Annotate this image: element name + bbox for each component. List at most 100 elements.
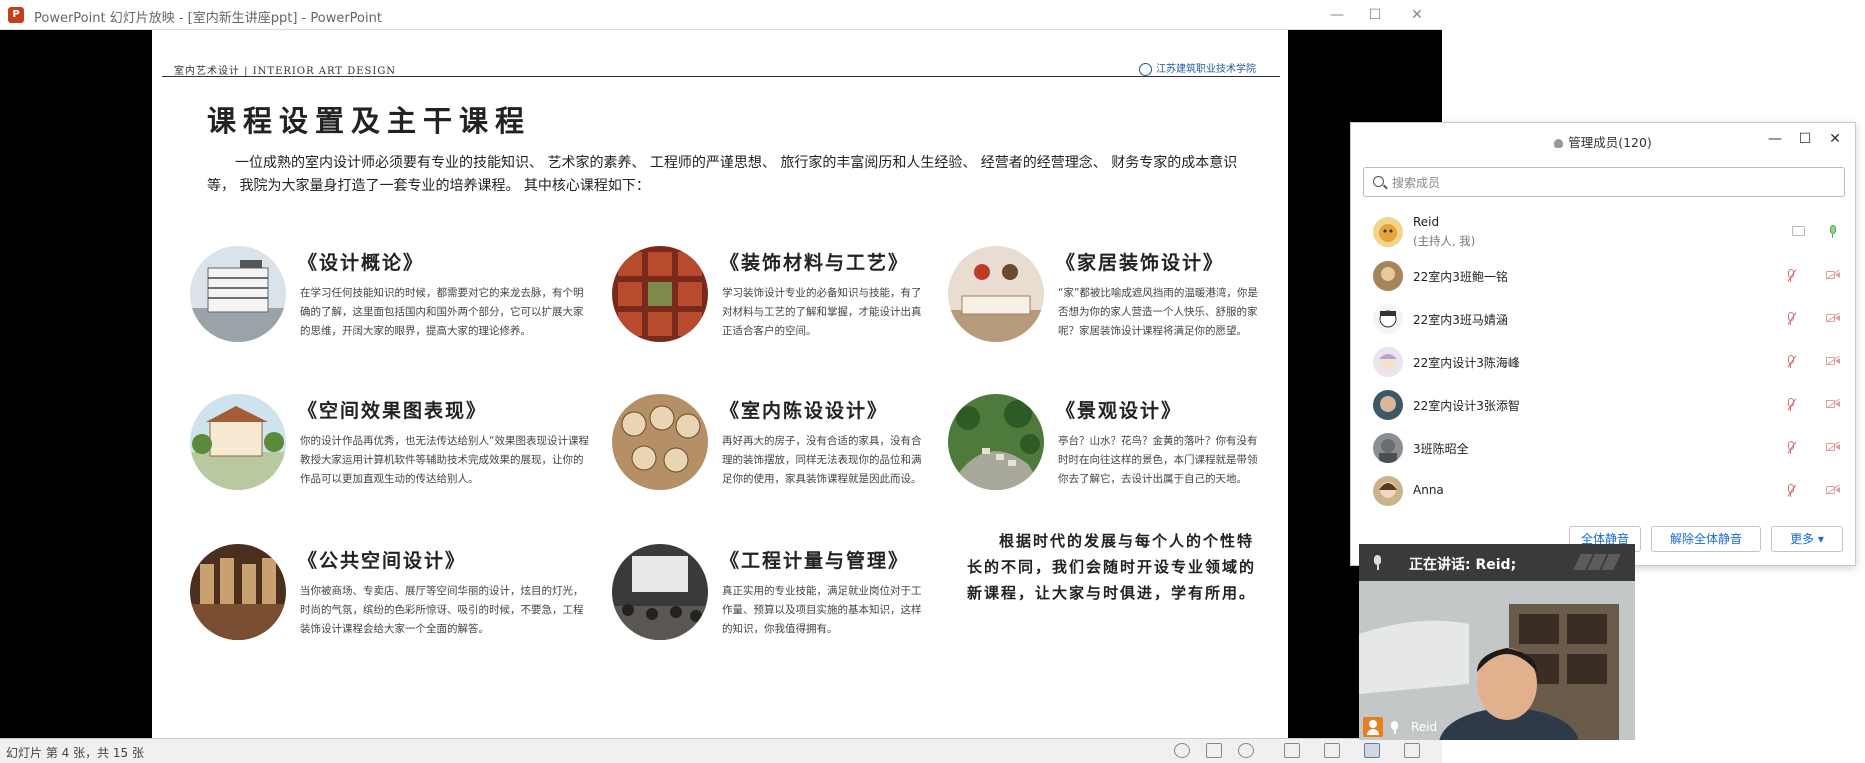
classroom-photo [612,544,708,640]
slide[interactable]: 室内艺术设计 | INTERIOR ART DESIGN 江苏建筑职业技术学院 … [152,30,1288,738]
person-icon [1554,139,1564,148]
member-row[interactable]: 3班陈昭全 [1351,428,1857,468]
avatar [1373,217,1403,247]
course-desc: 你的设计作品再优秀，也无法传达给别人“效果图表现设计课程教授大家运用计算机软件等… [300,435,589,485]
course-desc: “家”都被比喻成遮风挡雨的温暖港湾，你是否想为你的家人营造一个人快乐、舒服的家呢… [1058,287,1258,337]
host-badge-icon [1363,717,1383,737]
member-name: Anna [1413,483,1444,497]
avatar [1373,304,1403,334]
microphone-muted-icon[interactable] [1787,441,1797,454]
member-row[interactable]: 22室内设计3陈海峰 [1351,342,1857,382]
minimize-button[interactable]: — [1322,4,1352,26]
member-search[interactable] [1363,167,1845,197]
avatar [1373,433,1403,463]
panel-minimize-button[interactable]: — [1765,129,1785,149]
ppt-titlebar: P PowerPoint 幻灯片放映 - [室内新生讲座ppt] - Power… [0,0,1442,30]
camera-off-icon[interactable] [1826,269,1840,280]
course-landscape: 《景观设计》 亭台？山水？花鸟？金黄的落叶？你有没有时时在向往这样的景色，本门课… [948,394,1268,494]
microphone-muted-icon[interactable] [1787,484,1797,497]
avatar [1373,390,1403,420]
panel-title-text: 管理成员(120) [1568,135,1652,150]
header-divider [162,76,1280,77]
materials-photo [612,246,708,342]
search-icon [1373,176,1384,187]
close-button[interactable]: ✕ [1402,4,1432,26]
member-role: (主持人, 我) [1413,234,1476,248]
member-name: 3班陈昭全 [1413,442,1469,456]
microphone-muted-icon[interactable] [1787,355,1797,368]
camera-off-icon[interactable] [1826,398,1840,409]
powerpoint-logo-icon: P [8,7,24,23]
member-name: 22室内3班鲍一铭 [1413,270,1508,284]
course-title: 《装饰材料与工艺》 [720,252,910,274]
slideshow-view-icon[interactable] [1404,743,1420,758]
member-row[interactable]: 22室内3班马婧涵 [1351,299,1857,339]
microphone-icon [1391,721,1399,734]
panel-maximize-button[interactable]: ☐ [1795,129,1815,149]
course-desc: 在学习任何技能知识的时候，都需要对它的来龙去脉，有个明确的了解，这里面包括国内和… [300,287,584,337]
course-desc: 真正实用的专业技能，满足就业岗位对于工作量、预算以及项目实施的基本知识，这样的知… [722,585,922,635]
member-name: 22室内3班马婧涵 [1413,313,1508,327]
living-room-photo [948,246,1044,342]
status-bar: 幻灯片 第 4 张，共 15 张 [0,738,1442,763]
microphone-muted-icon[interactable] [1787,398,1797,411]
maximize-button[interactable]: ☐ [1360,4,1390,26]
normal-view-icon[interactable] [1284,743,1300,758]
speaker-video[interactable]: 正在讲话: Reid; Reid [1359,544,1635,740]
panel-close-button[interactable]: ✕ [1825,129,1845,149]
camera-off-icon[interactable] [1826,441,1840,452]
member-name: Reid [1413,215,1440,229]
slide-intro: 一位成熟的室内设计师必须要有专业的技能知识、 艺术家的素养、 工程师的严谨思想、… [207,155,1238,194]
microphone-muted-icon[interactable] [1787,312,1797,325]
member-row[interactable]: Anna [1351,471,1857,511]
course-desc: 当你被商场、专卖店、展厅等空间华丽的设计，炫目的灯光，时尚的气氛，缤纷的色彩所惊… [300,585,584,635]
video-footer: Reid [1359,716,1635,740]
member-row[interactable]: 22室内3班鲍一铭 [1351,256,1857,296]
search-input[interactable] [1390,172,1834,194]
course-desc: 亭台？山水？花鸟？金黄的落叶？你有没有时时在向往这样的景色，本门课程就是带领你去… [1058,435,1258,485]
powerpoint-window: P PowerPoint 幻灯片放映 - [室内新生讲座ppt] - Power… [0,0,1442,763]
course-rendering: 《空间效果图表现》 你的设计作品再优秀，也无法传达给别人“效果图表现设计课程教授… [190,394,610,494]
camera-off-icon[interactable] [1826,484,1840,495]
reading-view-icon[interactable] [1364,743,1380,758]
slide-counter: 幻灯片 第 4 张，共 15 张 [6,746,144,760]
landscape-photo [948,394,1044,490]
slide-menu-icon[interactable] [1206,743,1222,758]
seal-icon [1139,63,1152,76]
course-desc: 学习装饰设计专业的必备知识与技能，有了对材料与工艺的了解和掌握，才能设计出真正适… [722,287,922,337]
slide-note: 根据时代的发展与每个人的个性特长的不同，我们会随时开设专业领域的新课程，让大家与… [967,532,1257,602]
course-desc: 再好再大的房子，没有合适的家具，没有合理的装饰摆放，同样无法表现你的品位和满足你… [722,435,922,485]
course-title: 《室内陈设设计》 [720,400,889,422]
video-participant-name: Reid [1411,720,1438,734]
camera-off-icon[interactable] [1826,312,1840,323]
member-row[interactable]: Reid (主持人, 我) [1351,212,1857,252]
member-name: 22室内设计3张添智 [1413,399,1520,413]
school-name: 江苏建筑职业技术学院 [1156,64,1256,75]
unmute-all-button[interactable]: 解除全体静音 [1651,526,1761,552]
course-engineering: 《工程计量与管理》 真正实用的专业技能，满足就业岗位对于工作量、预算以及项目实施… [612,544,932,644]
course-design-theory: 《设计概论》 在学习任何技能知识的时候，都需要对它的来龙去脉，有个明确的了解，这… [190,246,610,346]
course-title: 《景观设计》 [1056,400,1183,422]
previous-slide-icon[interactable] [1174,743,1190,758]
avatar [1373,261,1403,291]
meeting-logo-icon [1573,554,1621,570]
slide-header-left: 室内艺术设计 | INTERIOR ART DESIGN [174,66,397,77]
furnishing-photo [612,394,708,490]
microphone-muted-icon[interactable] [1787,269,1797,282]
member-row[interactable]: 22室内设计3张添智 [1351,385,1857,425]
microphone-icon [1373,555,1382,570]
slide-title: 课程设置及主干课程 [207,104,532,138]
member-panel: 管理成员(120) — ☐ ✕ Reid (主持人, 我) 22室内3班鲍一铭 … [1350,122,1856,566]
more-button[interactable]: 更多 ▾ [1771,526,1843,552]
screen-share-icon[interactable] [1792,226,1805,236]
microphone-on-icon[interactable] [1829,225,1837,238]
speaking-indicator: 正在讲话: Reid; [1409,557,1517,573]
member-name: 22室内设计3陈海峰 [1413,356,1520,370]
camera-off-icon[interactable] [1826,355,1840,366]
course-furnishings: 《室内陈设设计》 再好再大的房子，没有合适的家具，没有合理的装饰摆放，同样无法表… [612,394,932,494]
slide-sorter-icon[interactable] [1324,743,1340,758]
public-space-photo [190,544,286,640]
window-title: PowerPoint 幻灯片放映 - [室内新生讲座ppt] - PowerPo… [34,11,382,26]
next-slide-icon[interactable] [1238,743,1254,758]
course-public-space: 《公共空间设计》 当你被商场、专卖店、展厅等空间华丽的设计，炫目的灯光，时尚的气… [190,544,610,644]
